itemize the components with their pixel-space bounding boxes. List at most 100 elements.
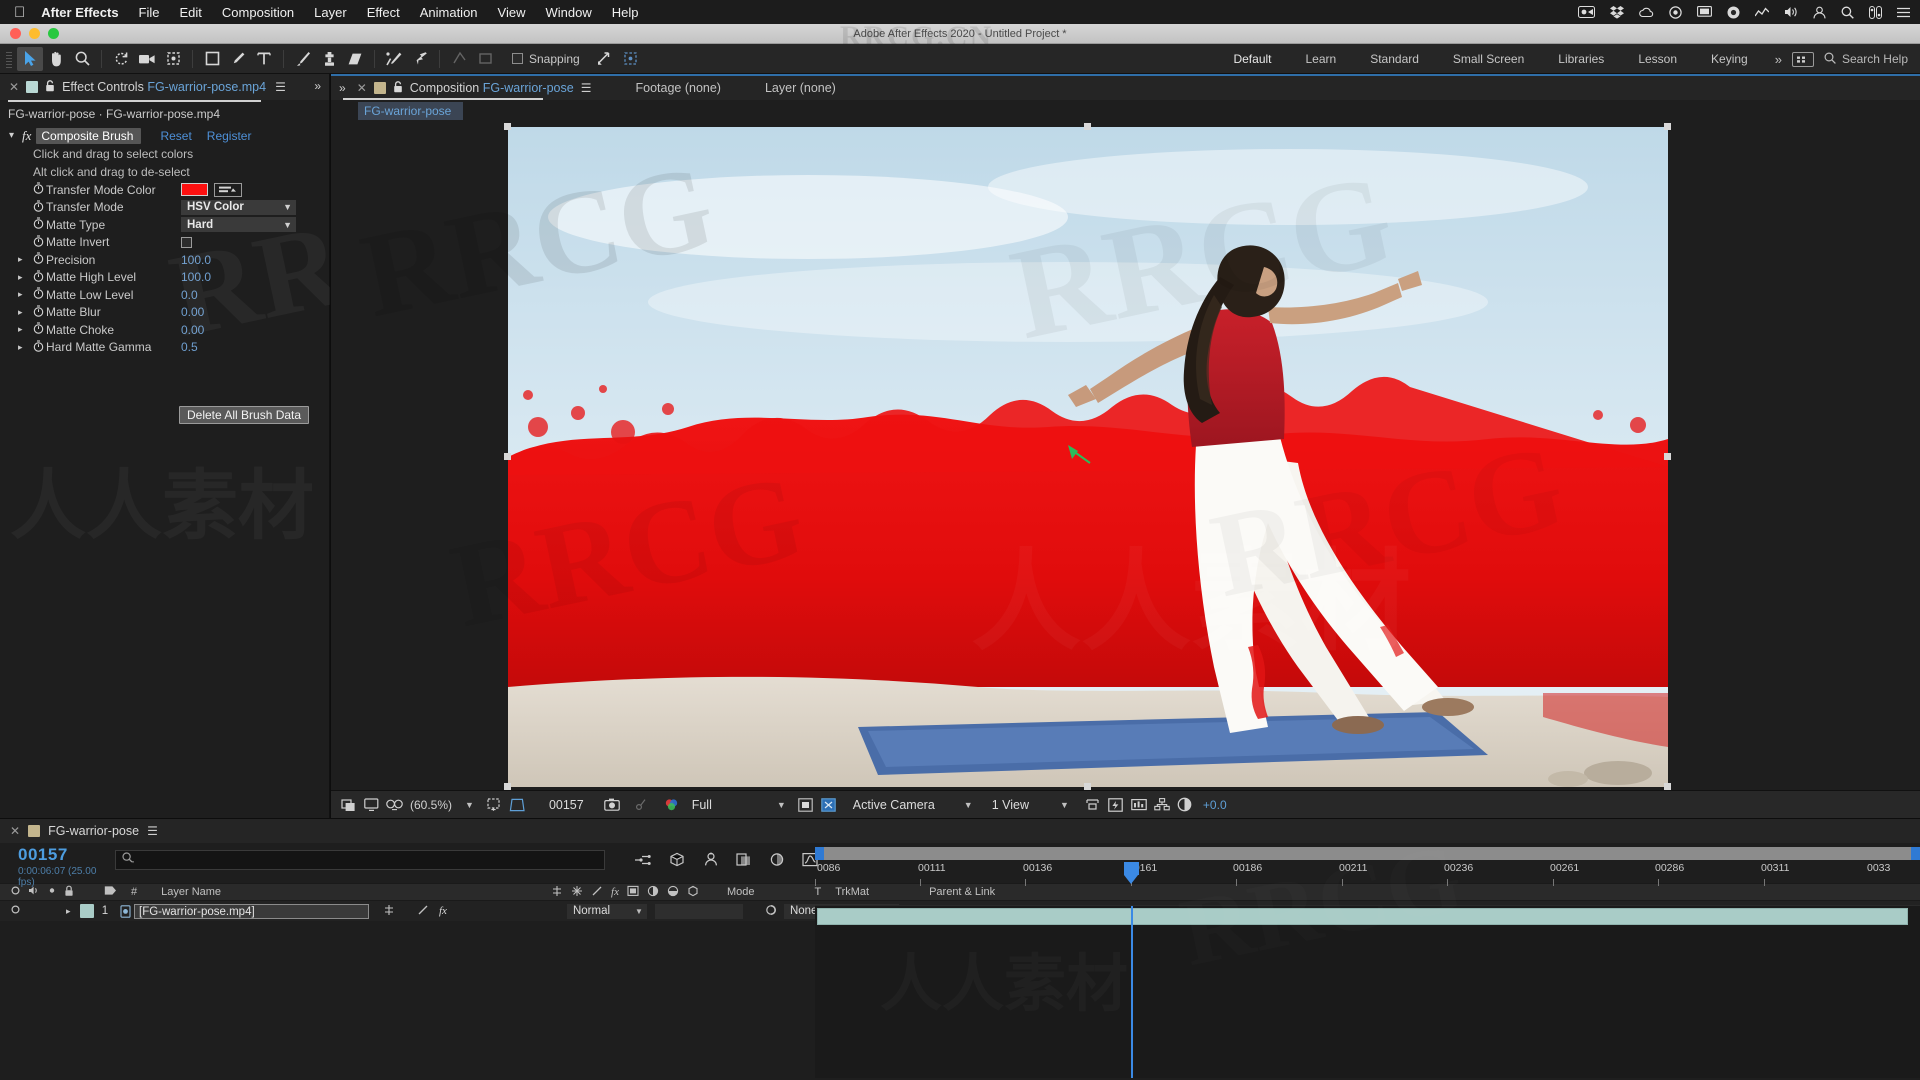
display-icon[interactable] <box>1697 6 1712 18</box>
stopwatch-icon-10[interactable] <box>30 340 46 355</box>
snapping-toggle[interactable]: Snapping <box>512 52 580 66</box>
property-row-hard-matte-gamma[interactable]: ▸ Hard Matte Gamma 0.5 <box>0 339 329 357</box>
motion-blur-icon[interactable] <box>647 885 659 900</box>
roto-brush-tool[interactable] <box>381 47 407 71</box>
search-icon[interactable] <box>1841 6 1854 19</box>
dropbox-icon[interactable] <box>1610 5 1624 19</box>
selection-handle-bc[interactable] <box>1084 783 1091 790</box>
twirl-icon[interactable]: ▾ <box>6 130 17 141</box>
current-time-value[interactable]: 00157 <box>18 845 115 865</box>
menu-edit[interactable]: Edit <box>180 5 202 20</box>
rotation-tool[interactable] <box>108 47 134 71</box>
comp-menu-icon[interactable]: ☰ <box>581 81 592 95</box>
draft-3d-icon[interactable] <box>668 852 686 872</box>
layer-tab[interactable]: Layer (none) <box>765 81 836 95</box>
eyedropper-icon[interactable] <box>214 182 242 197</box>
layer-shy-icon[interactable] <box>383 904 395 919</box>
workspace-learn[interactable]: Learn <box>1289 44 1354 74</box>
search-help-input[interactable]: Search Help <box>1842 52 1908 66</box>
matte-blur-value[interactable]: 0.00 <box>181 305 204 319</box>
always-preview-icon[interactable] <box>339 794 357 816</box>
layer-twirl-icon[interactable]: ▸ <box>66 906 80 917</box>
property-row-matte-invert[interactable]: Matte Invert <box>0 234 329 252</box>
hard-matte-gamma-value[interactable]: 0.5 <box>181 340 198 354</box>
selection-handle-tr[interactable] <box>1664 123 1671 130</box>
pickwhip-icon[interactable] <box>765 904 778 919</box>
composition-stage[interactable]: RRCG RRCG RRCG 人人素材 RRCG <box>331 122 1920 790</box>
toolbar-grip[interactable] <box>4 49 14 68</box>
selection-handle-ml[interactable] <box>504 453 511 460</box>
toggle-pixel-aspect-icon[interactable] <box>1084 794 1102 816</box>
close-icon-3[interactable]: ✕ <box>10 824 20 838</box>
workspace-overflow-button[interactable]: » <box>1765 52 1792 67</box>
transfer-mode-color-swatch[interactable] <box>181 183 208 197</box>
menu-app-name[interactable]: After Effects <box>41 5 118 20</box>
hand-tool[interactable] <box>43 47 69 71</box>
3d-glasses-icon[interactable] <box>385 794 403 816</box>
column-header-mode[interactable]: Mode <box>727 886 755 898</box>
layer-name-field[interactable]: [FG-warrior-pose.mp4] <box>134 903 369 919</box>
menu-effect[interactable]: Effect <box>367 5 400 20</box>
resolution-chevron-icon[interactable]: ▼ <box>771 800 792 810</box>
close-icon[interactable]: ✕ <box>9 80 19 94</box>
selection-handle-tc[interactable] <box>1084 123 1091 130</box>
layer-duration-bar[interactable] <box>817 908 1908 925</box>
menu-help[interactable]: Help <box>612 5 639 20</box>
timeline-tab[interactable]: ✕ FG-warrior-pose ☰ <box>0 819 1920 843</box>
current-time-display[interactable]: 00157 0:00:06:07 (25.00 fps) <box>0 843 115 888</box>
expand-triangle-icon-5[interactable]: ▸ <box>18 324 30 335</box>
menu-animation[interactable]: Animation <box>420 5 478 20</box>
panel-overflow-icon[interactable]: » <box>314 79 321 93</box>
matte-type-dropdown[interactable]: Hard ▼ <box>181 217 296 233</box>
record-icon[interactable] <box>1727 6 1740 19</box>
stopwatch-icon[interactable] <box>30 182 46 197</box>
snapping-arrow-icon[interactable] <box>592 47 618 71</box>
property-row-precision[interactable]: ▸ Precision 100.0 <box>0 251 329 269</box>
selection-tool[interactable] <box>17 46 43 71</box>
toggle-guides-icon[interactable] <box>820 794 838 816</box>
cti-head[interactable] <box>1124 862 1139 875</box>
anchor-point-tool[interactable] <box>160 47 186 71</box>
mask-feather-tool[interactable] <box>446 47 472 71</box>
hide-shy-layers-icon[interactable] <box>703 852 719 872</box>
expand-triangle-icon[interactable]: ▸ <box>18 254 30 265</box>
control-center-icon[interactable] <box>1869 5 1882 19</box>
effect-name[interactable]: Composite Brush <box>36 127 142 144</box>
stopwatch-icon-8[interactable] <box>30 305 46 320</box>
resolution-value[interactable]: Full <box>692 798 712 812</box>
composition-mini-flowchart-icon[interactable] <box>633 853 651 872</box>
enable-motion-blur-icon[interactable] <box>769 852 785 872</box>
exposure-icon[interactable] <box>1176 794 1194 816</box>
column-header-layer-name[interactable]: Layer Name <box>161 886 221 898</box>
stopwatch-icon-7[interactable] <box>30 287 46 302</box>
layer-mode-dropdown[interactable]: Normal ▼ <box>566 903 647 919</box>
show-snapshot-icon[interactable] <box>632 794 650 816</box>
camera-value[interactable]: Active Camera <box>853 798 935 812</box>
fast-previews-icon[interactable] <box>1107 794 1125 816</box>
collapse-transformations-icon[interactable] <box>571 885 583 900</box>
stopwatch-icon-5[interactable] <box>30 252 46 267</box>
shy-icon[interactable] <box>551 885 563 900</box>
channel-rgb-icon[interactable] <box>663 794 681 816</box>
current-time-indicator[interactable] <box>1124 862 1139 884</box>
layer-quality-icon[interactable] <box>417 904 429 919</box>
selection-handle-mr[interactable] <box>1664 453 1671 460</box>
zoom-chevron-icon[interactable]: ▼ <box>459 800 480 810</box>
reset-button[interactable]: Reset <box>160 129 191 143</box>
brush-tool[interactable] <box>290 47 316 71</box>
matte-high-level-value[interactable]: 100.0 <box>181 270 211 284</box>
layer-video-toggle[interactable] <box>0 904 20 918</box>
adjustment-layer-icon[interactable] <box>667 885 679 900</box>
menu-window[interactable]: Window <box>545 5 591 20</box>
timeline-search-input[interactable] <box>115 850 605 870</box>
region-of-interest-icon[interactable] <box>485 794 503 816</box>
transparency-grid-icon[interactable] <box>508 794 526 816</box>
quality-icon[interactable] <box>591 885 603 900</box>
behavior-tool[interactable] <box>472 47 498 71</box>
property-row-matte-choke[interactable]: ▸ Matte Choke 0.00 <box>0 321 329 339</box>
timeline-ruler[interactable]: 0086 00111 00136 00161 00186 00211 00236… <box>815 843 1920 905</box>
views-chevron-icon[interactable]: ▼ <box>1054 800 1075 810</box>
snapshot-icon[interactable] <box>603 794 621 816</box>
screen-record-icon[interactable] <box>1578 6 1595 18</box>
pen-tool[interactable] <box>225 47 251 71</box>
